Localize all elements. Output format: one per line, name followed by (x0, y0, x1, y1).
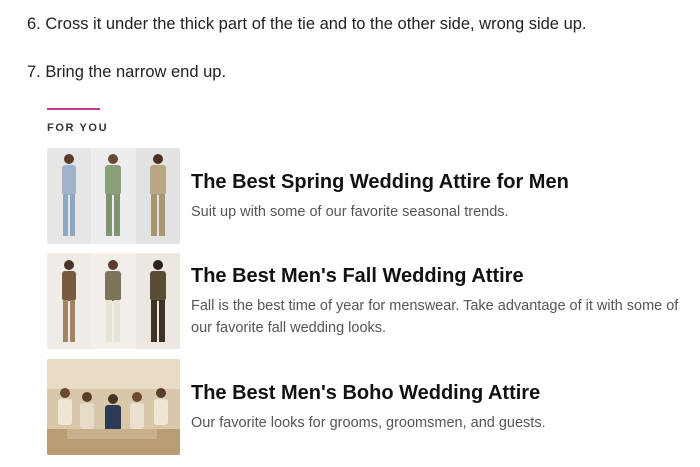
fall-suits-image (47, 253, 180, 349)
card-description: Our favorite looks for grooms, groomsmen… (191, 415, 546, 431)
article-page: 6. Cross it under the thick part of the … (0, 0, 700, 467)
step-text: Cross it under the thick part of the tie… (45, 15, 587, 33)
step-number: 6. (27, 15, 41, 33)
instruction-steps: 6. Cross it under the thick part of the … (27, 12, 587, 108)
related-article-card[interactable]: The Best Men's Fall Wedding Attire Fall … (47, 253, 687, 349)
related-article-card[interactable]: The Best Men's Boho Wedding Attire Our f… (47, 359, 687, 455)
article-thumbnail-boho[interactable] (47, 359, 180, 455)
card-body: The Best Men's Fall Wedding Attire Fall … (191, 263, 687, 339)
step-item: 7. Bring the narrow end up. (27, 60, 587, 84)
spring-suits-image (47, 148, 180, 244)
for-you-section: FOR YOU The Best Spring Wedding Attire f… (47, 108, 687, 455)
article-thumbnail-spring[interactable] (47, 148, 180, 244)
card-description: Suit up with some of our favorite season… (191, 204, 509, 220)
step-text: Bring the narrow end up. (45, 63, 227, 81)
section-accent-rule (47, 108, 100, 110)
related-article-card[interactable]: The Best Spring Wedding Attire for Men S… (47, 148, 687, 244)
step-number: 7. (27, 63, 41, 81)
card-title[interactable]: The Best Men's Fall Wedding Attire (191, 263, 687, 289)
section-label: FOR YOU (47, 122, 109, 134)
step-item: 6. Cross it under the thick part of the … (27, 12, 587, 36)
card-description: Fall is the best time of year for menswe… (191, 298, 679, 336)
article-thumbnail-fall[interactable] (47, 253, 180, 349)
boho-groomsmen-image (47, 359, 180, 455)
card-body: The Best Spring Wedding Attire for Men S… (191, 169, 569, 223)
card-title[interactable]: The Best Men's Boho Wedding Attire (191, 380, 546, 406)
card-title[interactable]: The Best Spring Wedding Attire for Men (191, 169, 569, 195)
card-body: The Best Men's Boho Wedding Attire Our f… (191, 380, 546, 434)
